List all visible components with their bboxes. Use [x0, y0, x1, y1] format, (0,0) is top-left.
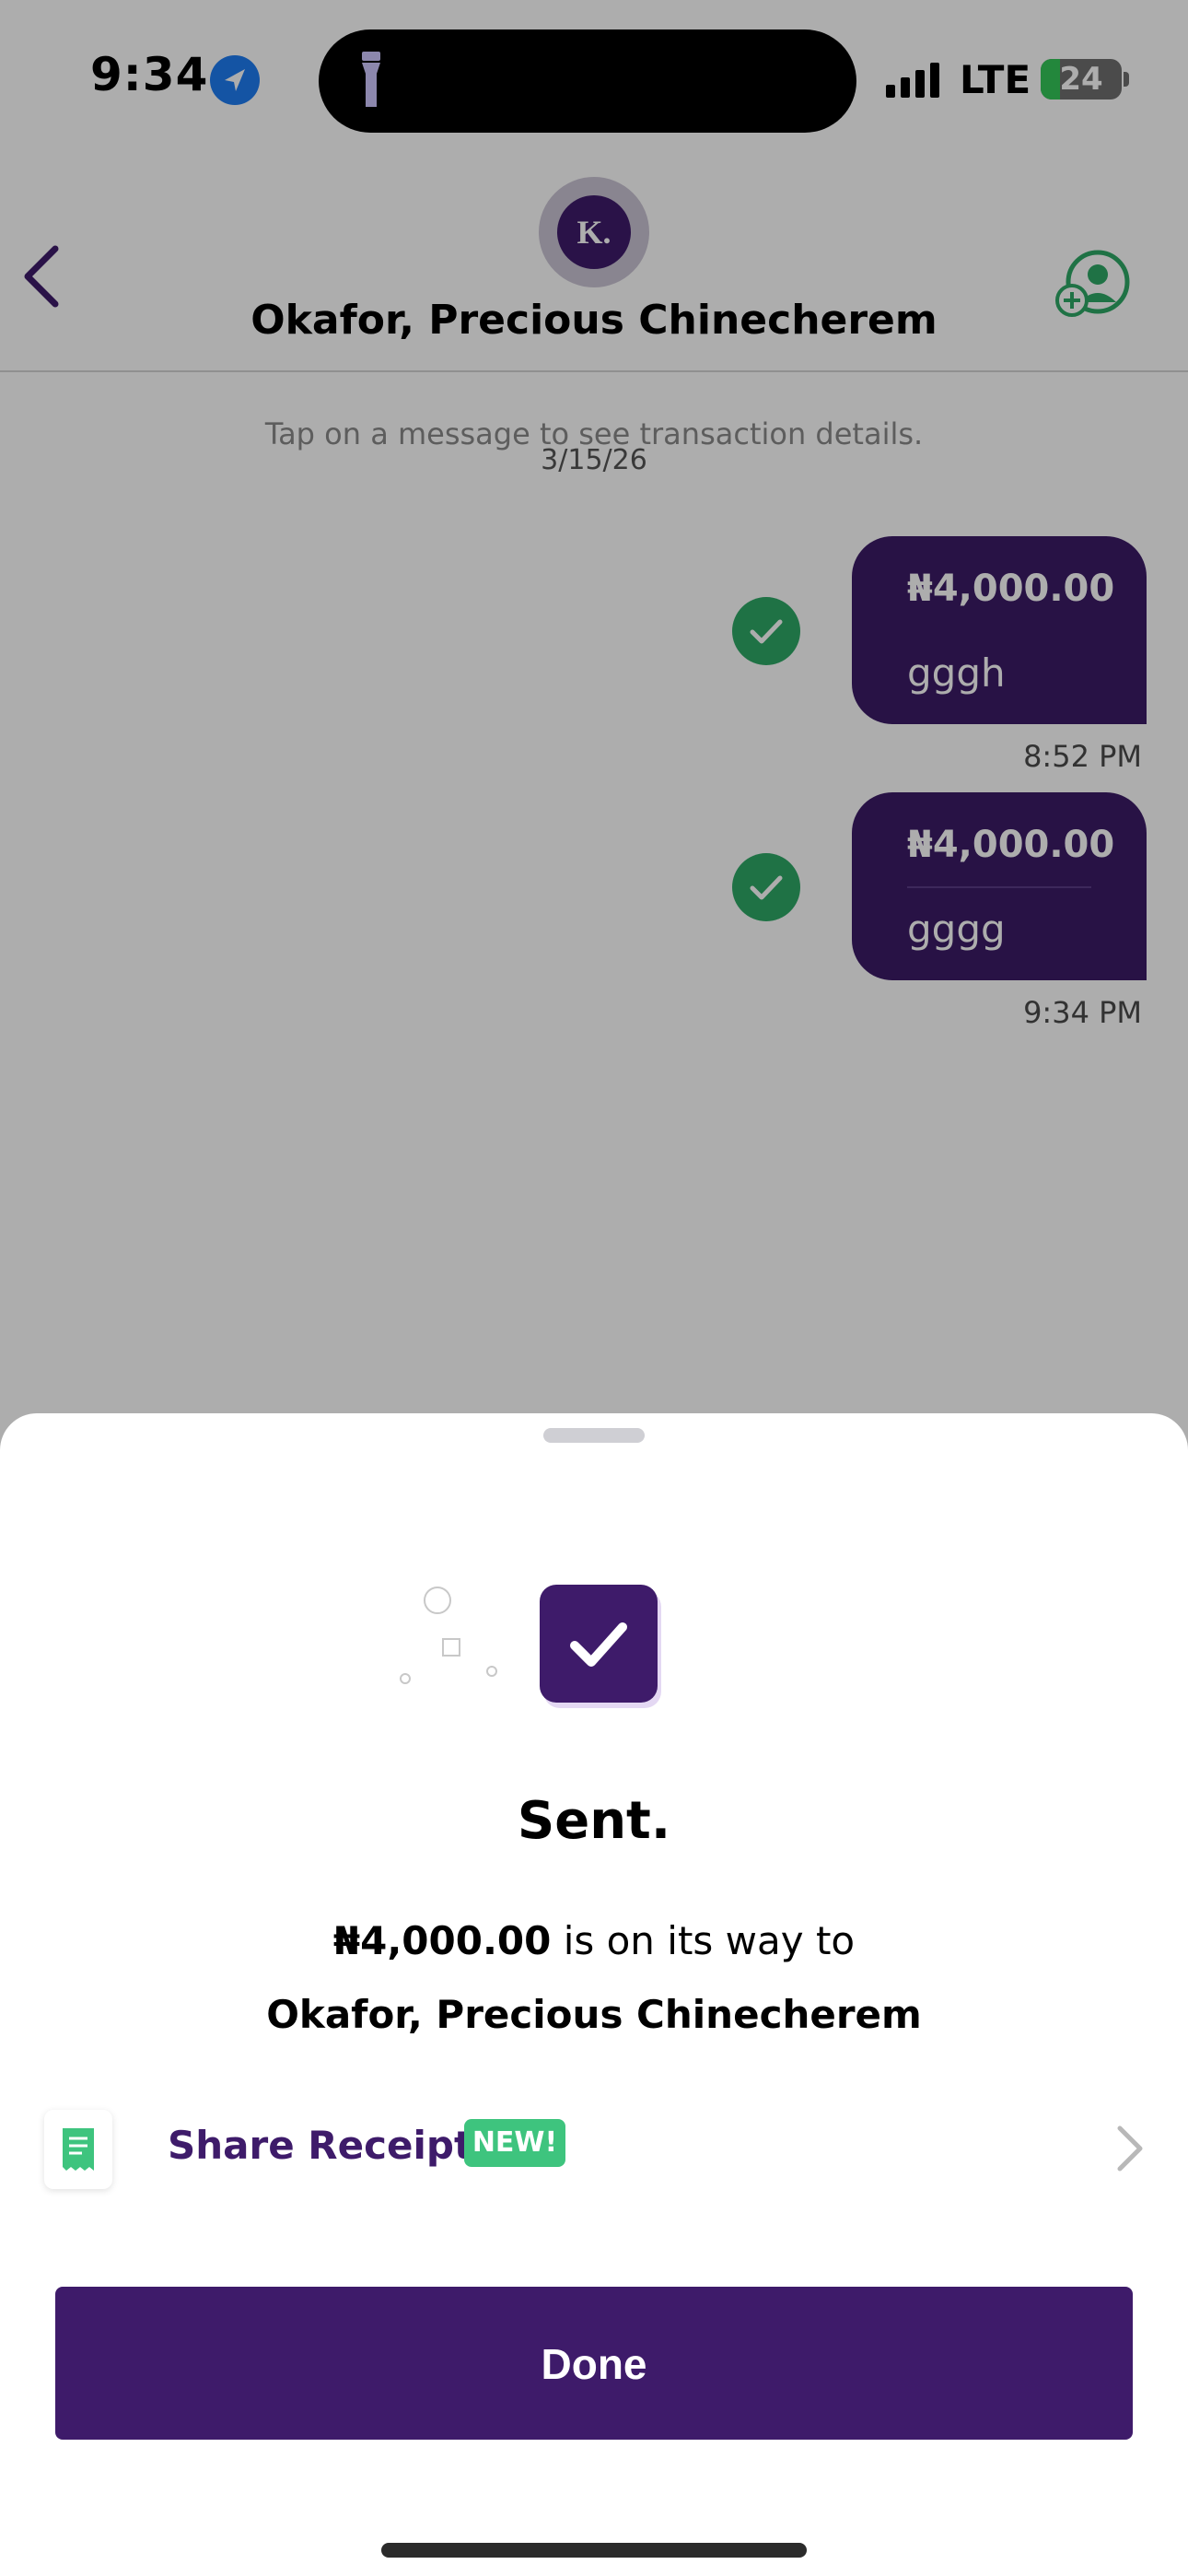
sheet-grabber[interactable] — [543, 1428, 645, 1443]
share-receipt-row[interactable]: Share Receipt NEW! — [0, 2091, 1188, 2202]
sent-amount: ₦4,000.00 — [332, 1918, 552, 1963]
success-sheet: Sent. ₦4,000.00 is on its way to Okafor,… — [0, 1413, 1188, 2576]
success-check-icon — [540, 1585, 658, 1703]
confetti-decoration — [400, 1673, 411, 1684]
chevron-right-icon — [1111, 2121, 1147, 2176]
sent-recipient: Okafor, Precious Chinecherem — [266, 1992, 922, 2037]
confetti-decoration — [486, 1666, 497, 1677]
confetti-decoration — [442, 1638, 460, 1657]
receipt-icon — [44, 2110, 112, 2189]
sent-message: ₦4,000.00 is on its way to — [0, 1918, 1188, 1963]
share-receipt-label: Share Receipt — [168, 2123, 473, 2168]
done-button[interactable]: Done — [55, 2287, 1133, 2440]
sent-message-suffix: is on its way to — [551, 1918, 856, 1963]
home-indicator[interactable] — [381, 2543, 807, 2558]
new-badge: NEW! — [464, 2119, 565, 2167]
sent-title: Sent. — [517, 1791, 671, 1851]
confetti-decoration — [424, 1587, 451, 1614]
